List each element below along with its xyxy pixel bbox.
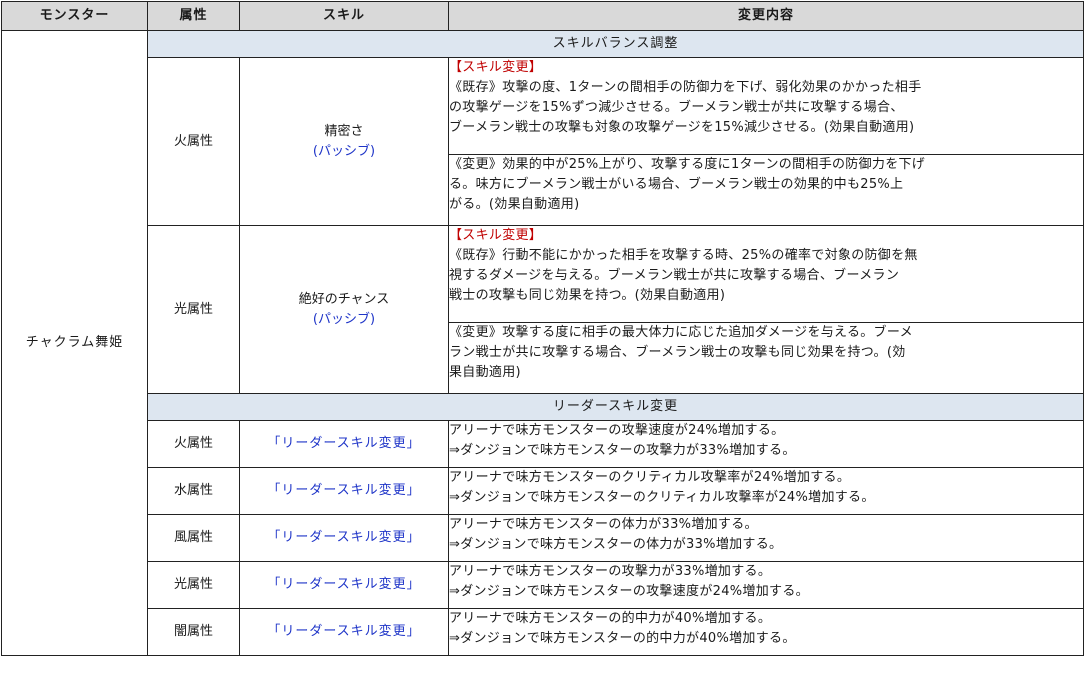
skill-type: (パッシブ) <box>312 143 376 159</box>
table-row: 水属性 「リーダースキル変更」 アリーナで味方モンスターのクリティカル攻撃率が2… <box>2 467 1084 515</box>
header-attribute: 属性 <box>147 1 240 31</box>
change-before-cell: 【スキル変更】 《既存》攻撃の度、1ターンの間相手の防御力を下げ、弱化効果のかか… <box>448 57 1084 155</box>
change-after-cell: 《変更》効果的中が25%上がり、攻撃する度に1ターンの間相手の防御力を下げ る。… <box>448 154 1084 226</box>
monster-name: チャクラム舞姫 <box>1 30 148 656</box>
change-line: ⇒ダンジョンで味方モンスターの攻撃力が33%増加する。 <box>449 443 796 458</box>
change-line: 《変更》効果的中が25%上がり、攻撃する度に1ターンの間相手の防御力を下げ <box>449 157 926 172</box>
leader-skill-cell: 「リーダースキル変更」 <box>239 467 449 515</box>
change-line: 《既存》行動不能にかかった相手を攻撃する時、25%の確率で対象の防御を無 <box>449 248 918 263</box>
attribute-cell: 光属性 <box>147 225 240 394</box>
table-row: 光属性 絶好のチャンス (パッシブ) 【スキル変更】 《既存》行動不能にかかった… <box>2 225 1084 394</box>
change-line: アリーナで味方モンスターの攻撃速度が24%増加する。 <box>449 423 785 438</box>
change-line: ⇒ダンジョンで味方モンスターの的中力が40%増加する。 <box>449 631 796 646</box>
change-line: 果自動適用) <box>449 365 521 380</box>
table-row: 火属性 精密さ (パッシブ) 【スキル変更】 《既存》攻撃の度、1ターンの間相手… <box>2 57 1084 226</box>
change-line: ⇒ダンジョンで味方モンスターの体力が33%増加する。 <box>449 537 783 552</box>
attribute-cell: 火属性 <box>147 420 240 468</box>
change-line: 視するダメージを与える。ブーメラン戦士が共に攻撃する場合、ブーメラン <box>449 268 900 283</box>
table-row: 風属性 「リーダースキル変更」 アリーナで味方モンスターの体力が33%増加する。… <box>2 514 1084 562</box>
change-line: 《既存》攻撃の度、1ターンの間相手の防御力を下げ、弱化効果のかかった相手 <box>449 80 922 95</box>
change-line: がる。(効果自動適用) <box>449 197 580 212</box>
change-tag: 【スキル変更】 <box>449 228 543 243</box>
change-line: アリーナで味方モンスターの攻撃力が33%増加する。 <box>449 564 772 579</box>
change-line: の攻撃ゲージを15%ずつ減少させる。ブーメラン戦士が共に攻撃する場合、 <box>449 100 904 115</box>
header-skill: スキル <box>239 1 449 31</box>
leader-skill-cell: 「リーダースキル変更」 <box>239 420 449 468</box>
header-row: モンスター 属性 スキル 変更内容 <box>1 1 1084 31</box>
change-line: アリーナで味方モンスターの的中力が40%増加する。 <box>449 611 772 626</box>
attribute-cell: 火属性 <box>147 57 240 226</box>
change-line: ラン戦士が共に攻撃する場合、ブーメラン戦士の攻撃も同じ効果を持つ。(効 <box>449 345 906 360</box>
attribute-cell: 風属性 <box>147 514 240 562</box>
table-row: 火属性 「リーダースキル変更」 アリーナで味方モンスターの攻撃速度が24%増加す… <box>2 420 1084 468</box>
leader-change-cell: アリーナで味方モンスターの攻撃力が33%増加する。 ⇒ダンジョンで味方モンスター… <box>448 561 1084 609</box>
skill-cell: 精密さ (パッシブ) <box>239 57 449 226</box>
header-monster: モンスター <box>1 1 148 31</box>
change-before-cell: 【スキル変更】 《既存》行動不能にかかった相手を攻撃する時、25%の確率で対象の… <box>448 225 1084 323</box>
leader-skill-cell: 「リーダースキル変更」 <box>239 514 449 562</box>
change-line: ブーメラン戦士の攻撃も対象の攻撃ゲージを15%減少させる。(効果自動適用) <box>449 120 915 135</box>
leader-change-cell: アリーナで味方モンスターのクリティカル攻撃率が24%増加する。 ⇒ダンジョンで味… <box>448 467 1084 515</box>
change-after-cell: 《変更》攻撃する度に相手の最大体力に応じた追加ダメージを与える。ブーメ ラン戦士… <box>448 322 1084 394</box>
change-line: ⇒ダンジョンで味方モンスターのクリティカル攻撃率が24%増加する。 <box>449 490 875 505</box>
header-change: 変更内容 <box>448 1 1084 31</box>
section-row-balance: チャクラム舞姫 スキルバランス調整 <box>1 30 1084 656</box>
section-balance: スキルバランス調整 <box>147 30 1084 58</box>
attribute-cell: 光属性 <box>147 561 240 609</box>
leader-change-cell: アリーナで味方モンスターの攻撃速度が24%増加する。 ⇒ダンジョンで味方モンスタ… <box>448 420 1084 468</box>
leader-skill-cell: 「リーダースキル変更」 <box>239 561 449 609</box>
skill-name: 絶好のチャンス <box>298 291 390 307</box>
leader-change-cell: アリーナで味方モンスターの体力が33%増加する。 ⇒ダンジョンで味方モンスターの… <box>448 514 1084 562</box>
leader-change-cell: アリーナで味方モンスターの的中力が40%増加する。 ⇒ダンジョンで味方モンスター… <box>448 608 1084 656</box>
section-leader: リーダースキル変更 <box>147 393 1084 421</box>
change-line: る。味方にブーメラン戦士がいる場合、ブーメラン戦士の効果的中も25%上 <box>449 177 904 192</box>
change-line: 《変更》攻撃する度に相手の最大体力に応じた追加ダメージを与える。ブーメ <box>449 325 913 340</box>
change-line: ⇒ダンジョンで味方モンスターの攻撃速度が24%増加する。 <box>449 584 809 599</box>
attribute-cell: 闇属性 <box>147 608 240 656</box>
change-line: 戦士の攻撃も同じ効果を持つ。(効果自動適用) <box>449 288 726 303</box>
table-row: 闇属性 「リーダースキル変更」 アリーナで味方モンスターの的中力が40%増加する… <box>2 608 1084 656</box>
skill-name: 精密さ <box>324 123 364 139</box>
section-row-leader: リーダースキル変更 <box>2 393 1084 421</box>
attribute-cell: 水属性 <box>147 467 240 515</box>
table-row: 光属性 「リーダースキル変更」 アリーナで味方モンスターの攻撃力が33%増加する… <box>2 561 1084 609</box>
change-line: アリーナで味方モンスターの体力が33%増加する。 <box>449 517 758 532</box>
change-line: アリーナで味方モンスターのクリティカル攻撃率が24%増加する。 <box>449 470 851 485</box>
leader-skill-cell: 「リーダースキル変更」 <box>239 608 449 656</box>
skill-type: (パッシブ) <box>312 311 376 327</box>
change-tag: 【スキル変更】 <box>449 60 543 75</box>
skill-cell: 絶好のチャンス (パッシブ) <box>239 225 449 394</box>
skill-change-table: モンスター 属性 スキル 変更内容 チャクラム舞姫 スキルバランス調整 火属性 … <box>1 1 1084 656</box>
